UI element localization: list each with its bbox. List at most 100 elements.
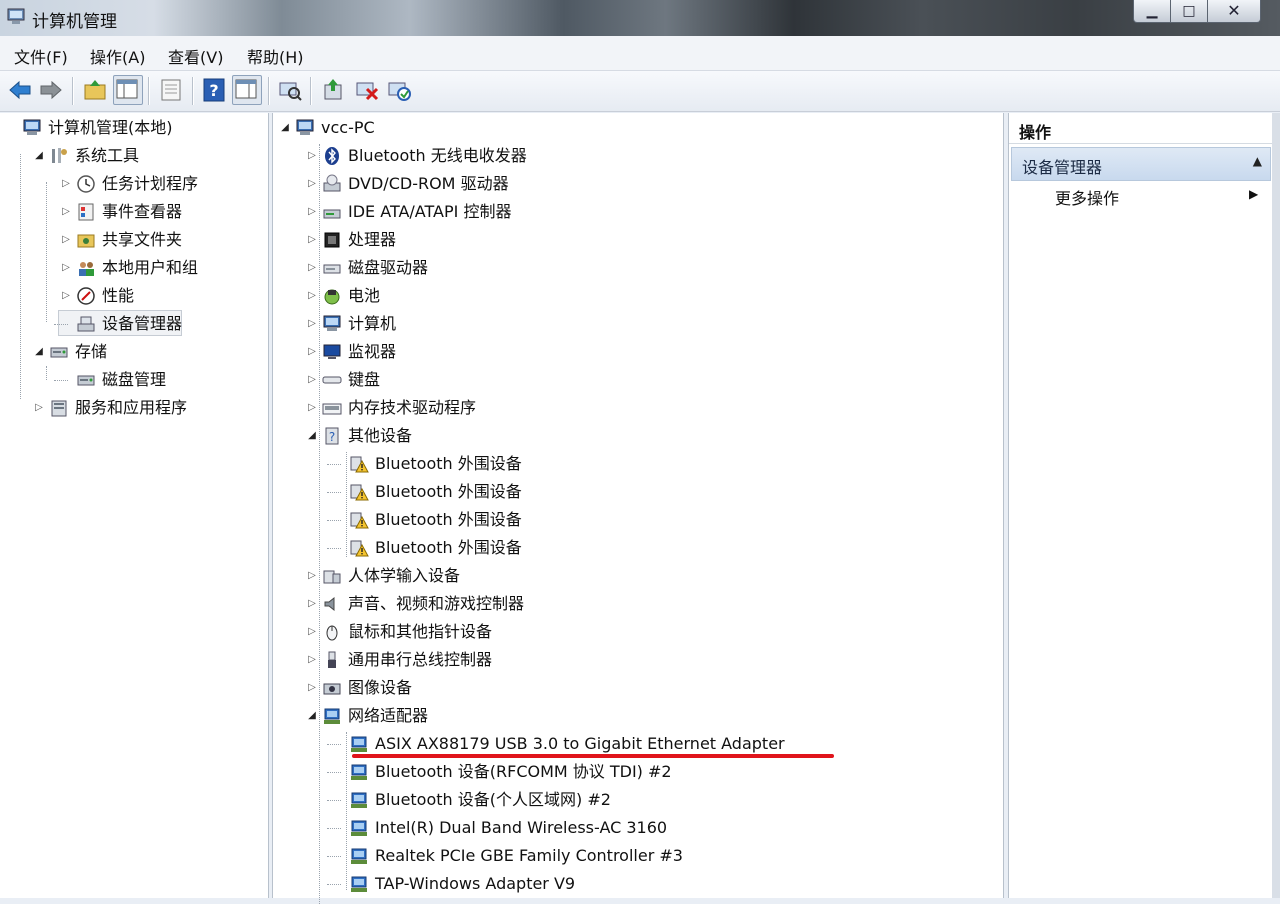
device-tree-node[interactable]: ▷ 监视器	[273, 339, 1001, 365]
device-tree-node[interactable]: ▷ 通用串行总线控制器	[273, 647, 1001, 673]
device-tree-label: Bluetooth 外围设备	[375, 482, 522, 501]
actions-title: 操作	[1019, 123, 1052, 142]
device-tree-node[interactable]: Realtek PCIe GBE Family Controller #3	[273, 843, 1001, 869]
expand-arrow-icon[interactable]: ▷	[306, 255, 318, 281]
console-tree-node[interactable]: ◢ 系统工具	[0, 143, 266, 169]
device-tree-node[interactable]: Bluetooth 外围设备	[273, 451, 1001, 477]
update-driver-icon[interactable]	[320, 77, 346, 103]
device-tree-node[interactable]: ◢ 网络适配器	[273, 703, 1001, 729]
device-tree-node[interactable]: ▷ 计算机	[273, 311, 1001, 337]
expand-arrow-icon[interactable]: ▷	[306, 171, 318, 197]
console-tree-node[interactable]: ▷ 共享文件夹	[0, 227, 266, 253]
show-action-pane-button[interactable]	[232, 75, 262, 105]
back-arrow-icon[interactable]	[7, 77, 33, 103]
device-tree-node[interactable]: Bluetooth 设备(个人区域网) #2	[273, 787, 1001, 813]
expand-arrow-icon[interactable]: ▷	[306, 647, 318, 673]
device-tree-node[interactable]: Bluetooth 外围设备	[273, 507, 1001, 533]
device-tree-node[interactable]: ▷ 电池	[273, 283, 1001, 309]
network-adapter-icon	[349, 874, 369, 894]
console-tree-node[interactable]: 计算机管理(本地)	[0, 115, 266, 141]
expand-arrow-icon[interactable]: ▷	[306, 563, 318, 589]
close-button[interactable]: ✕	[1207, 0, 1261, 23]
expand-arrow-icon[interactable]: ▷	[60, 227, 72, 253]
collapse-arrow-icon[interactable]: ◢	[33, 339, 45, 365]
actions-section-device-manager[interactable]: 设备管理器 ▲	[1011, 147, 1271, 181]
enable-device-icon[interactable]	[386, 77, 412, 103]
expand-arrow-icon[interactable]: ▷	[33, 395, 45, 421]
device-tree-node[interactable]: ▷ 声音、视频和游戏控制器	[273, 591, 1001, 617]
expand-arrow-icon[interactable]: ▷	[60, 255, 72, 281]
expand-arrow-icon[interactable]: ▷	[306, 675, 318, 701]
mouse-icon	[322, 622, 342, 642]
console-tree-node[interactable]: 设备管理器	[0, 311, 266, 337]
device-tree-node[interactable]: ▷ 处理器	[273, 227, 1001, 253]
monitor-icon	[322, 342, 342, 362]
dvd-drive-icon	[322, 174, 342, 194]
expand-arrow-icon[interactable]: ▷	[306, 199, 318, 225]
show-console-tree-button[interactable]	[113, 75, 143, 105]
expand-arrow-icon[interactable]: ▷	[306, 311, 318, 337]
collapse-arrow-icon[interactable]: ◢	[33, 143, 45, 169]
expand-arrow-icon[interactable]: ▷	[306, 591, 318, 617]
expand-arrow-icon[interactable]: ▷	[306, 283, 318, 309]
collapse-arrow-icon[interactable]: ◢	[279, 115, 291, 141]
device-tree-pane[interactable]: ◢ vcc-PC ▷ Bluetooth 无线电收发器 ▷ DVD/CD-ROM 驱动器 ▷…	[272, 113, 1004, 904]
console-tree-node[interactable]: 磁盘管理	[0, 367, 266, 393]
up-folder-icon[interactable]	[82, 77, 108, 103]
device-tree-node[interactable]: ▷ 鼠标和其他指针设备	[273, 619, 1001, 645]
console-tree-node[interactable]: ◢ 存储	[0, 339, 266, 365]
device-tree-node[interactable]: ▷ Bluetooth 无线电收发器	[273, 143, 1001, 169]
menu-view[interactable]: 查看(V)	[168, 44, 223, 68]
more-actions-link[interactable]: 更多操作	[1055, 185, 1119, 209]
expand-arrow-icon[interactable]: ▷	[306, 395, 318, 421]
submenu-arrow-icon[interactable]: ▶	[1249, 187, 1258, 201]
console-tree-node[interactable]: ▷ 任务计划程序	[0, 171, 266, 197]
warning-device-icon	[349, 482, 369, 502]
device-tree-node[interactable]: Bluetooth 外围设备	[273, 535, 1001, 561]
menu-action[interactable]: 操作(A)	[90, 44, 145, 68]
collapse-arrow-icon[interactable]: ◢	[306, 703, 318, 729]
expand-arrow-icon[interactable]: ▷	[306, 619, 318, 645]
console-tree-pane[interactable]: 计算机管理(本地) ◢ 系统工具 ▷ 任务计划程序 ▷ 事件查看器 ▷ 共享文件夹 ▷ 本地用户和组…	[0, 113, 269, 898]
device-tree-label: 人体学输入设备	[348, 566, 461, 585]
scan-hardware-icon[interactable]	[277, 77, 303, 103]
maximize-button[interactable]: □	[1170, 0, 1208, 23]
svg-text:?: ?	[209, 81, 218, 100]
device-tree-node[interactable]: ▷ 人体学输入设备	[273, 563, 1001, 589]
device-tree-node[interactable]: Intel(R) Dual Band Wireless-AC 3160	[273, 815, 1001, 841]
device-tree-node[interactable]: ▷ 磁盘驱动器	[273, 255, 1001, 281]
minimize-button[interactable]: ▁	[1133, 0, 1171, 23]
console-tree-node[interactable]: ▷ 本地用户和组	[0, 255, 266, 281]
expand-arrow-icon[interactable]: ▷	[60, 171, 72, 197]
help-icon[interactable]: ?	[201, 77, 227, 103]
expand-arrow-icon[interactable]: ▷	[306, 339, 318, 365]
device-tree-node[interactable]: ◢? 其他设备	[273, 423, 1001, 449]
device-tree-node[interactable]: ◢ vcc-PC	[273, 115, 1001, 141]
device-tree-node[interactable]: Bluetooth 外围设备	[273, 479, 1001, 505]
device-tree-node[interactable]: ▷ 图像设备	[273, 675, 1001, 701]
collapse-arrow-icon[interactable]: ▲	[1253, 154, 1262, 168]
console-tree-node[interactable]: ▷ 性能	[0, 283, 266, 309]
expand-arrow-icon[interactable]: ▷	[306, 143, 318, 169]
device-tree-node[interactable]: TAP-Windows Adapter V9	[273, 871, 1001, 897]
device-tree-node[interactable]: ▷ IDE ATA/ATAPI 控制器	[273, 199, 1001, 225]
console-tree-node[interactable]: ▷ 服务和应用程序	[0, 395, 266, 421]
collapse-arrow-icon[interactable]: ◢	[306, 423, 318, 449]
network-adapter-icon	[349, 846, 369, 866]
forward-arrow-icon[interactable]	[38, 77, 64, 103]
title-bar[interactable]: 计算机管理 ▁ □ ✕	[0, 0, 1280, 36]
console-tree-node[interactable]: ▷ 事件查看器	[0, 199, 266, 225]
menu-help[interactable]: 帮助(H)	[247, 44, 304, 68]
expand-arrow-icon[interactable]: ▷	[60, 199, 72, 225]
device-tree-node[interactable]: ▷ DVD/CD-ROM 驱动器	[273, 171, 1001, 197]
device-tree-label: 其他设备	[348, 426, 413, 445]
expand-arrow-icon[interactable]: ▷	[306, 227, 318, 253]
menu-file[interactable]: 文件(F)	[14, 44, 68, 68]
device-tree-node[interactable]: Bluetooth 设备(RFCOMM 协议 TDI) #2	[273, 759, 1001, 785]
uninstall-device-icon[interactable]	[354, 77, 380, 103]
device-tree-node[interactable]: ▷ 键盘	[273, 367, 1001, 393]
expand-arrow-icon[interactable]: ▷	[60, 283, 72, 309]
expand-arrow-icon[interactable]: ▷	[306, 367, 318, 393]
properties-icon[interactable]	[158, 77, 184, 103]
device-tree-node[interactable]: ▷ 内存技术驱动程序	[273, 395, 1001, 421]
